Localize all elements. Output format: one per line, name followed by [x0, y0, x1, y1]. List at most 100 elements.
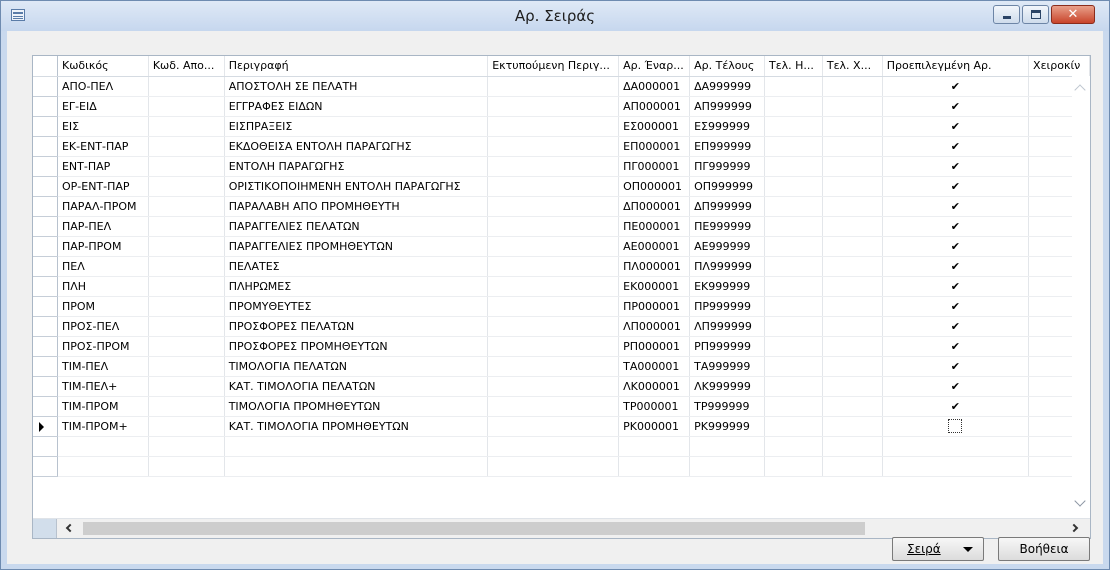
- table-row[interactable]: ΕΓ-ΕΙΔ ΕΓΓΡΑΦΕΣ ΕΙΔΩΝ ΑΠ000001 ΑΠ999999 ✔: [33, 96, 1090, 117]
- cell-empty[interactable]: [764, 296, 823, 317]
- cell-alt[interactable]: [148, 396, 225, 417]
- default-checkbox-cell[interactable]: ✔: [882, 356, 1030, 377]
- cell-alt[interactable]: [148, 236, 225, 257]
- cell-empty[interactable]: [618, 456, 691, 477]
- cell-start[interactable]: ΔΠ000001: [618, 196, 691, 217]
- cell-desc[interactable]: ΕΙΣΠΡΑΞΕΙΣ: [224, 116, 489, 137]
- cell-end[interactable]: ΛΚ999999: [689, 376, 765, 397]
- row-selector[interactable]: [33, 216, 58, 237]
- cell-empty[interactable]: [764, 116, 823, 137]
- cell-alt[interactable]: [148, 96, 225, 117]
- row-selector[interactable]: [33, 316, 58, 337]
- table-row[interactable]: ΠΛΗ ΠΛΗΡΩΜΕΣ ΕΚ000001 ΕΚ999999 ✔: [33, 276, 1090, 297]
- cell-code[interactable]: ΠΕΛ: [57, 256, 149, 277]
- cell-alt[interactable]: [148, 316, 225, 337]
- cell-print[interactable]: [487, 276, 620, 297]
- table-row[interactable]: ΤΙΜ-ΠΡΟΜ ΤΙΜΟΛΟΓΙΑ ΠΡΟΜΗΘΕΥΤΩΝ ΤΡ000001 ΤΡ9…: [33, 396, 1090, 417]
- cell-empty[interactable]: [487, 436, 620, 457]
- vertical-scrollbar[interactable]: [1072, 76, 1090, 517]
- cell-code[interactable]: ΟΡ-ΕΝΤ-ΠΑΡ: [57, 176, 149, 197]
- cell-desc[interactable]: ΠΑΡΑΓΓΕΛΙΕΣ ΠΕΛΑΤΩΝ: [224, 216, 489, 237]
- cell-empty[interactable]: [764, 236, 823, 257]
- title-bar[interactable]: Αρ. Σειράς ✕: [1, 1, 1109, 31]
- cell-code[interactable]: ΕΚ-ΕΝΤ-ΠΑΡ: [57, 136, 149, 157]
- cell-code[interactable]: ΤΙΜ-ΠΕΛ+: [57, 376, 149, 397]
- cell-alt[interactable]: [148, 216, 225, 237]
- row-selector[interactable]: [33, 396, 58, 417]
- default-checkbox-cell[interactable]: [882, 416, 1030, 437]
- cell-start[interactable]: ΕΣ000001: [618, 116, 691, 137]
- cell-empty[interactable]: [822, 256, 883, 277]
- cell-empty[interactable]: [689, 456, 765, 477]
- table-row[interactable]: ΕΙΣ ΕΙΣΠΡΑΞΕΙΣ ΕΣ000001 ΕΣ999999 ✔: [33, 116, 1090, 137]
- cell-empty[interactable]: [764, 456, 823, 477]
- column-header[interactable]: Κωδ. Απο...: [148, 56, 225, 77]
- default-checkbox-cell[interactable]: ✔: [882, 216, 1030, 237]
- cell-start[interactable]: ΕΠ000001: [618, 136, 691, 157]
- cell-code[interactable]: ΠΡΟΣ-ΠΕΛ: [57, 316, 149, 337]
- cell-empty[interactable]: [764, 136, 823, 157]
- row-selector[interactable]: [33, 176, 58, 197]
- cell-empty[interactable]: [764, 156, 823, 177]
- cell-code[interactable]: ΤΙΜ-ΠΡΟΜ: [57, 396, 149, 417]
- cell-desc[interactable]: ΕΝΤΟΛΗ ΠΑΡΑΓΩΓΗΣ: [224, 156, 489, 177]
- cell-code[interactable]: ΕΓ-ΕΙΔ: [57, 96, 149, 117]
- cell-print[interactable]: [487, 296, 620, 317]
- cell-alt[interactable]: [148, 256, 225, 277]
- cell-alt[interactable]: [148, 376, 225, 397]
- table-row[interactable]: ΠΡΟΜ ΠΡΟΜΥΘΕΥΤΕΣ ΠΡ000001 ΠΡ999999 ✔: [33, 296, 1090, 317]
- cell-desc[interactable]: ΠΕΛΑΤΕΣ: [224, 256, 489, 277]
- cell-empty[interactable]: [822, 316, 883, 337]
- cell-empty[interactable]: [689, 436, 765, 457]
- cell-start[interactable]: ΤΡ000001: [618, 396, 691, 417]
- cell-empty[interactable]: [764, 216, 823, 237]
- default-checkbox-cell[interactable]: ✔: [882, 296, 1030, 317]
- cell-desc[interactable]: ΕΚΔΟΘΕΙΣΑ ΕΝΤΟΛΗ ΠΑΡΑΓΩΓΗΣ: [224, 136, 489, 157]
- cell-end[interactable]: ΠΕ999999: [689, 216, 765, 237]
- cell-end[interactable]: ΤΡ999999: [689, 396, 765, 417]
- cell-print[interactable]: [487, 116, 620, 137]
- row-selector[interactable]: [33, 256, 58, 277]
- default-checkbox-cell[interactable]: ✔: [882, 236, 1030, 257]
- cell-alt[interactable]: [148, 116, 225, 137]
- scroll-right-icon[interactable]: [1069, 523, 1079, 533]
- cell-empty[interactable]: [764, 96, 823, 117]
- cell-print[interactable]: [487, 376, 620, 397]
- cell-empty[interactable]: [822, 376, 883, 397]
- table-row[interactable]: ΠΑΡΑΛ-ΠΡΟΜ ΠΑΡΑΛΑΒΗ ΑΠΟ ΠΡΟΜΗΘΕΥΤΗ ΔΠ00000…: [33, 196, 1090, 217]
- cell-empty[interactable]: [764, 276, 823, 297]
- cell-end[interactable]: ΠΡ999999: [689, 296, 765, 317]
- cell-empty[interactable]: [764, 416, 823, 437]
- cell-empty[interactable]: [822, 196, 883, 217]
- cell-end[interactable]: ΑΕ999999: [689, 236, 765, 257]
- cell-alt[interactable]: [148, 296, 225, 317]
- cell-end[interactable]: ΕΠ999999: [689, 136, 765, 157]
- cell-alt[interactable]: [148, 156, 225, 177]
- cell-desc[interactable]: ΠΑΡΑΛΑΒΗ ΑΠΟ ΠΡΟΜΗΘΕΥΤΗ: [224, 196, 489, 217]
- cell-alt[interactable]: [148, 356, 225, 377]
- cell-print[interactable]: [487, 396, 620, 417]
- column-header[interactable]: Αρ. Έναρ...: [618, 56, 691, 77]
- focused-checkbox[interactable]: [948, 419, 963, 433]
- table-row[interactable]: ΤΙΜ-ΠΡΟΜ+ ΚΑΤ. ΤΙΜΟΛΟΓΙΑ ΠΡΟΜΗΘΕΥΤΩΝ ΡΚ000…: [33, 416, 1090, 437]
- table-row[interactable]: ΠΑΡ-ΠΕΛ ΠΑΡΑΓΓΕΛΙΕΣ ΠΕΛΑΤΩΝ ΠΕ000001 ΠΕ9999…: [33, 216, 1090, 237]
- cell-start[interactable]: ΤΑ000001: [618, 356, 691, 377]
- cell-desc[interactable]: ΤΙΜΟΛΟΓΙΑ ΠΡΟΜΗΘΕΥΤΩΝ: [224, 396, 489, 417]
- default-checkbox-cell[interactable]: ✔: [882, 316, 1030, 337]
- cell-empty[interactable]: [224, 456, 489, 477]
- table-row[interactable]: ΤΙΜ-ΠΕΛ ΤΙΜΟΛΟΓΙΑ ΠΕΛΑΤΩΝ ΤΑ000001 ΤΑ999999…: [33, 356, 1090, 377]
- cell-desc[interactable]: ΑΠΟΣΤΟΛΗ ΣΕ ΠΕΛΑΤΗ: [224, 76, 489, 97]
- cell-desc[interactable]: ΤΙΜΟΛΟΓΙΑ ΠΕΛΑΤΩΝ: [224, 356, 489, 377]
- row-selector[interactable]: [33, 76, 58, 97]
- table-row[interactable]: ΑΠΟ-ΠΕΛ ΑΠΟΣΤΟΛΗ ΣΕ ΠΕΛΑΤΗ ΔΑ000001 ΔΑ99999…: [33, 76, 1090, 97]
- row-selector[interactable]: [33, 356, 58, 377]
- scroll-up-icon[interactable]: [1074, 84, 1086, 96]
- cell-empty[interactable]: [764, 256, 823, 277]
- cell-empty[interactable]: [764, 176, 823, 197]
- cell-print[interactable]: [487, 76, 620, 97]
- table-row[interactable]: ΠΕΛ ΠΕΛΑΤΕΣ ΠΛ000001 ΠΛ999999 ✔: [33, 256, 1090, 277]
- cell-empty[interactable]: [57, 436, 149, 457]
- cell-start[interactable]: ΔΑ000001: [618, 76, 691, 97]
- default-checkbox-cell[interactable]: ✔: [882, 136, 1030, 157]
- cell-empty[interactable]: [822, 156, 883, 177]
